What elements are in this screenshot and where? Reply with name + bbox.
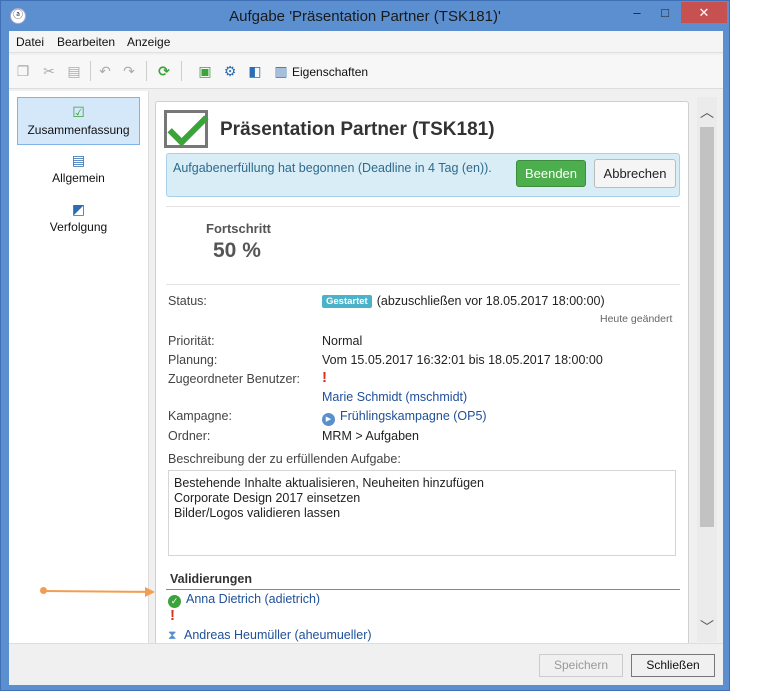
scroll-up-icon[interactable]: ︿ bbox=[697, 102, 717, 122]
planning-value: Vom 15.05.2017 16:32:01 bis 18.05.2017 1… bbox=[322, 353, 603, 367]
clipboard-icon: ▤ bbox=[71, 152, 86, 168]
validator-link[interactable]: Andreas Heumüller (aheumueller) bbox=[184, 628, 372, 642]
window-client-area: Datei Bearbeiten Anzeige ❐ ✂ ▤ ↶ ↷ ⟳ ▣ ⚙… bbox=[9, 31, 723, 685]
divider bbox=[166, 284, 680, 285]
status-note: Heute geändert bbox=[600, 313, 673, 325]
settings-gear-icon[interactable]: ⚙ bbox=[222, 63, 238, 79]
campaign-name: Frühlingskampagne (OP5) bbox=[340, 409, 487, 423]
assignee-link[interactable]: Marie Schmidt (mschmidt) bbox=[322, 390, 467, 404]
assignee-label: Zugeordneter Benutzer: bbox=[168, 372, 301, 386]
sidebar-item-verfolgung[interactable]: ◩ Verfolgung bbox=[17, 195, 140, 243]
bookmark-icon[interactable]: ◧ bbox=[247, 63, 263, 79]
validation-item: ⧗ Andreas Heumüller (aheumueller) bbox=[168, 628, 372, 643]
cancel-task-button[interactable]: Abbrechen bbox=[594, 159, 676, 188]
banner-text: Aufgabenerfüllung hat begonnen (Deadline… bbox=[173, 161, 492, 175]
copy-icon[interactable]: ❐ bbox=[15, 63, 31, 79]
tracking-icon: ◩ bbox=[71, 201, 86, 217]
summary-panel: Präsentation Partner (TSK181) Aufgabener… bbox=[155, 101, 689, 651]
application-window: ⓐ Aufgabe 'Präsentation Partner (TSK181)… bbox=[0, 0, 730, 691]
finish-button[interactable]: Beenden bbox=[516, 160, 586, 187]
cut-icon[interactable]: ✂ bbox=[41, 63, 57, 79]
save-button[interactable]: Speichern bbox=[539, 654, 623, 677]
play-circle-icon: ▶ bbox=[322, 413, 335, 426]
validation-item: ✓ Anna Dietrich (adietrich) bbox=[168, 592, 320, 608]
description-line: Corporate Design 2017 einsetzen bbox=[174, 491, 361, 505]
folder-value: MRM > Aufgaben bbox=[322, 429, 419, 443]
validator-link[interactable]: Anna Dietrich (adietrich) bbox=[186, 592, 320, 606]
priority-value: Normal bbox=[322, 334, 363, 348]
exclamation-icon: ! bbox=[322, 369, 327, 386]
campaign-label: Kampagne: bbox=[168, 409, 232, 423]
toolbar: ❐ ✂ ▤ ↶ ↷ ⟳ ▣ ⚙ ◧ ▥ Eigenschaften bbox=[9, 55, 723, 89]
status-badge: Gestartet bbox=[322, 295, 372, 308]
progress-value: 50 % bbox=[213, 239, 261, 262]
description-line: Bilder/Logos validieren lassen bbox=[174, 506, 341, 520]
exclamation-icon: ! bbox=[170, 607, 175, 624]
undo-icon[interactable]: ↶ bbox=[97, 63, 113, 79]
toolbar-separator bbox=[146, 61, 147, 81]
description-box[interactable]: Bestehende Inhalte aktualisieren, Neuhei… bbox=[168, 470, 676, 556]
close-window-button[interactable]: ✕ bbox=[681, 2, 727, 23]
title-bar[interactable]: ⓐ Aufgabe 'Präsentation Partner (TSK181)… bbox=[1, 1, 729, 31]
validations-heading: Validierungen bbox=[166, 572, 680, 590]
hourglass-icon: ⧗ bbox=[168, 628, 177, 642]
redo-icon[interactable]: ↷ bbox=[121, 63, 137, 79]
close-button[interactable]: Schließen bbox=[631, 654, 715, 677]
sidebar: ☑ Zusammenfassung ▤ Allgemein ◩ Verfolgu… bbox=[9, 91, 149, 643]
status-value: Gestartet (abzuschließen vor 18.05.2017 1… bbox=[322, 294, 605, 308]
description-line: Bestehende Inhalte aktualisieren, Neuhei… bbox=[174, 476, 484, 490]
menu-bearbeiten[interactable]: Bearbeiten bbox=[57, 35, 115, 49]
menu-bar: Datei Bearbeiten Anzeige bbox=[9, 31, 723, 53]
menu-datei[interactable]: Datei bbox=[16, 35, 44, 49]
properties-button[interactable]: Eigenschaften bbox=[292, 65, 368, 79]
status-label: Status: bbox=[168, 294, 207, 308]
folder-label: Ordner: bbox=[168, 429, 211, 443]
sidebar-item-label: Zusammenfassung bbox=[27, 123, 130, 137]
properties-icon[interactable]: ▥ bbox=[273, 63, 289, 79]
scroll-thumb[interactable] bbox=[700, 127, 714, 527]
progress-label: Fortschritt bbox=[206, 221, 271, 236]
divider bbox=[166, 206, 680, 207]
checkbox-icon: ☑ bbox=[72, 104, 85, 120]
sidebar-item-label: Allgemein bbox=[52, 171, 105, 185]
scroll-down-icon[interactable]: ﹀ bbox=[697, 617, 717, 637]
paste-icon[interactable]: ▤ bbox=[66, 63, 82, 79]
status-text: (abzuschließen vor 18.05.2017 18:00:00) bbox=[376, 294, 605, 308]
toolbar-separator bbox=[90, 61, 91, 81]
maximize-button[interactable]: □ bbox=[651, 2, 679, 23]
menu-anzeige[interactable]: Anzeige bbox=[127, 35, 170, 49]
priority-label: Priorität: bbox=[168, 334, 215, 348]
refresh-icon[interactable]: ⟳ bbox=[156, 63, 172, 79]
sidebar-item-label: Verfolgung bbox=[49, 220, 108, 234]
vertical-scrollbar[interactable]: ︿ ﹀ bbox=[697, 97, 717, 642]
description-label: Beschreibung der zu erfüllenden Aufgabe: bbox=[168, 452, 401, 466]
toolbar-separator bbox=[181, 61, 182, 81]
sidebar-item-zusammenfassung[interactable]: ☑ Zusammenfassung bbox=[17, 97, 140, 145]
planning-label: Planung: bbox=[168, 353, 218, 367]
calculator-icon[interactable]: ▣ bbox=[197, 63, 213, 79]
footer-bar: Speichern Schließen bbox=[9, 643, 723, 685]
task-checkbox-icon bbox=[164, 110, 208, 148]
status-banner: Aufgabenerfüllung hat begonnen (Deadline… bbox=[166, 153, 680, 197]
sidebar-item-allgemein[interactable]: ▤ Allgemein bbox=[17, 146, 140, 194]
window-title: Aufgabe 'Präsentation Partner (TSK181)' bbox=[229, 8, 501, 25]
minimize-button[interactable]: – bbox=[623, 2, 651, 23]
campaign-link[interactable]: ▶ Frühlingskampagne (OP5) bbox=[322, 409, 487, 426]
annotation-arrow-head bbox=[145, 587, 155, 597]
page-title: Präsentation Partner (TSK181) bbox=[220, 119, 495, 140]
